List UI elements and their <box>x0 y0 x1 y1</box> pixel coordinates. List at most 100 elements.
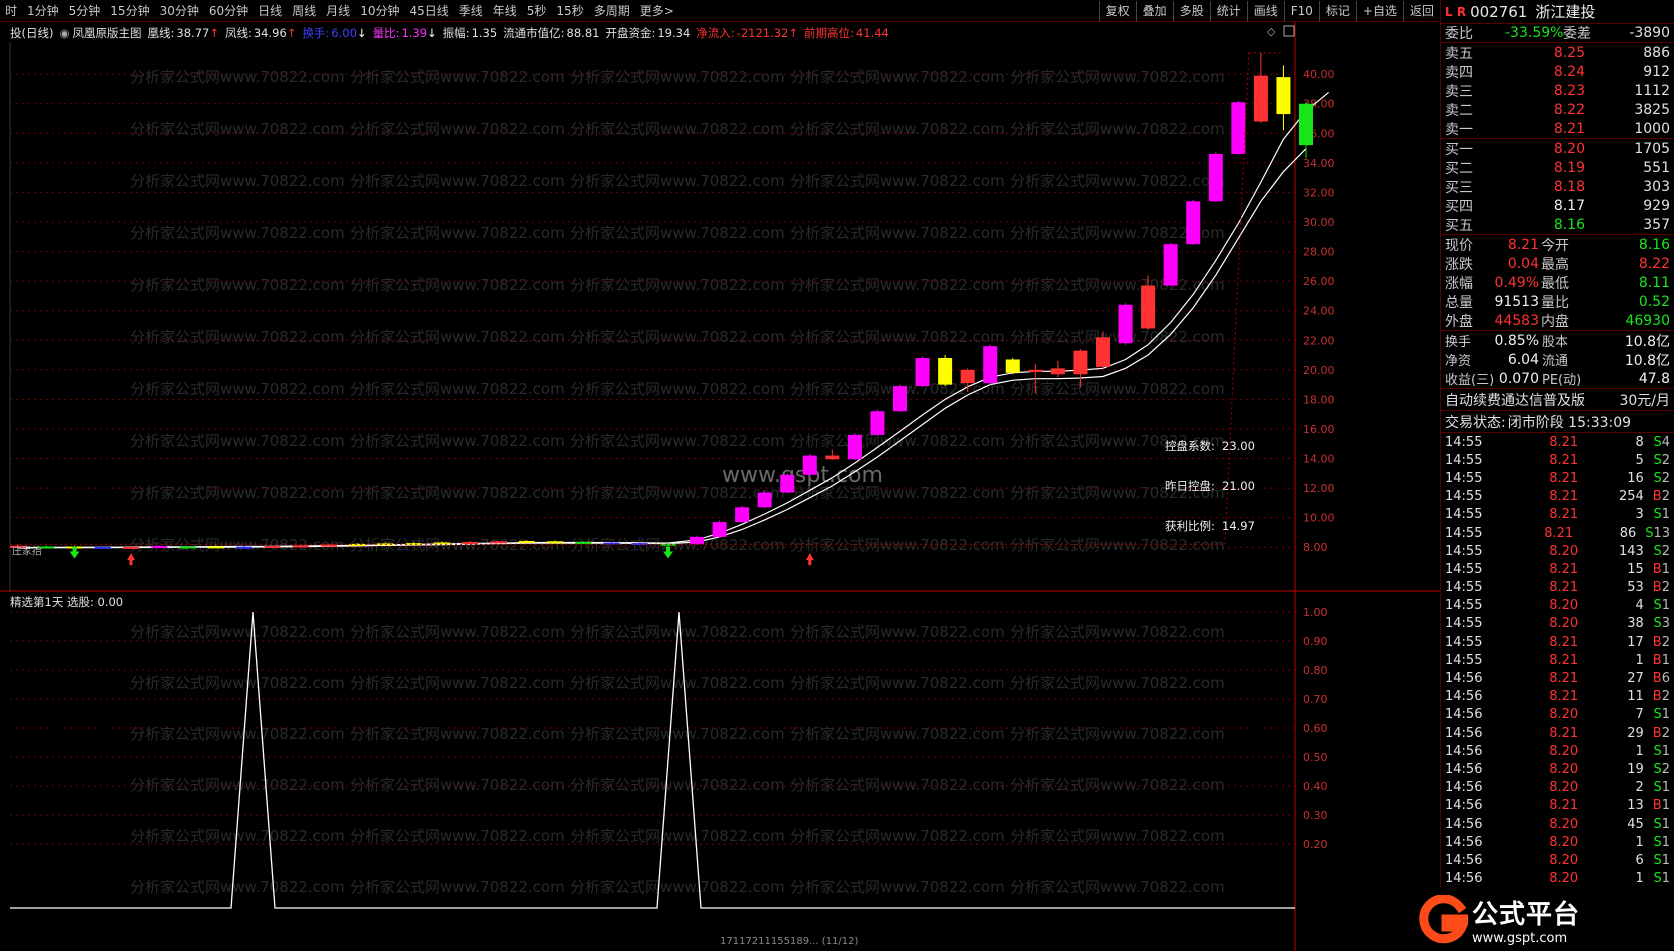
tool-button[interactable]: F10 <box>1283 1 1319 21</box>
candle[interactable] <box>712 520 727 538</box>
tick-volume: 3 <box>1635 507 1644 523</box>
promo-price: 30元/月 <box>1619 392 1670 409</box>
ask-row[interactable]: 卖二 8.22 3825 <box>1441 100 1674 119</box>
candle[interactable] <box>757 491 772 509</box>
ask-volume: 886 <box>1643 44 1670 61</box>
formula-check-icon[interactable]: ◉ <box>59 26 69 40</box>
tick-price: 8.20 <box>1549 816 1579 832</box>
candle[interactable] <box>1050 360 1065 378</box>
diamond-icon[interactable]: ◇ <box>1267 25 1276 38</box>
period-tab[interactable]: 5秒 <box>522 0 552 22</box>
period-tab[interactable]: 1分钟 <box>22 0 64 22</box>
bid-row[interactable]: 买三 8.18 303 <box>1441 177 1674 196</box>
candle[interactable] <box>1163 242 1178 287</box>
ask-row[interactable]: 卖四 8.24 912 <box>1441 62 1674 81</box>
tick-volume: 53 <box>1627 580 1644 596</box>
formula-name[interactable]: 凤凰原版主图 <box>73 25 142 41</box>
tick-volume: 17 <box>1627 634 1644 650</box>
maximize-icon[interactable] <box>1283 25 1295 37</box>
candle[interactable] <box>1276 65 1291 131</box>
tool-button[interactable]: 复权 <box>1098 1 1136 21</box>
tool-button[interactable]: 标记 <box>1318 1 1356 21</box>
candle[interactable] <box>1299 102 1313 159</box>
bid-book: 买一 8.20 1705 买二 8.19 551 买三 8.18 303 买四 8.17 929 买五 8… <box>1441 139 1674 235</box>
period-tab[interactable]: 5分钟 <box>64 0 106 22</box>
candle[interactable] <box>915 356 930 387</box>
tool-button[interactable]: 返回 <box>1402 1 1440 21</box>
period-tab[interactable]: 15秒 <box>551 0 588 22</box>
tick-volume: 6 <box>1635 852 1644 868</box>
candle[interactable] <box>94 546 111 549</box>
stock-code[interactable]: 002761 <box>1470 3 1527 21</box>
watermark-text: 分析家公式网www.70822.com <box>350 120 565 138</box>
candle[interactable] <box>983 344 998 385</box>
candle[interactable] <box>802 454 817 476</box>
candle[interactable] <box>893 384 907 412</box>
period-tab[interactable]: 15分钟 <box>105 0 154 22</box>
ask-row[interactable]: 卖五 8.25 886 <box>1441 43 1674 62</box>
period-tab[interactable]: 多周期 <box>589 0 635 22</box>
stat-value: 47.8 <box>1638 370 1670 387</box>
ask-row[interactable]: 卖三 8.23 1112 <box>1441 81 1674 100</box>
candle[interactable] <box>1208 152 1223 203</box>
period-tab[interactable]: 年线 <box>488 0 522 22</box>
header-metric: 流通市值亿: 88.81 <box>503 26 600 40</box>
y-tick-label: 0.90 <box>1303 635 1328 648</box>
candle[interactable] <box>938 355 953 387</box>
tick-price: 8.20 <box>1549 598 1579 614</box>
bid-row[interactable]: 买五 8.16 357 <box>1441 215 1674 234</box>
period-tab[interactable]: 周线 <box>287 0 321 22</box>
main-kline-chart[interactable]: 40.0038.0036.0034.0032.0030.0028.0026.00… <box>0 22 1440 592</box>
stock-name[interactable]: 浙江建投 <box>1535 1 1595 22</box>
period-tab[interactable]: 30分钟 <box>155 0 204 22</box>
stat-label: 股本 <box>1542 335 1569 350</box>
candle[interactable] <box>780 473 795 494</box>
candle[interactable] <box>1118 303 1133 345</box>
watermark-text: 分析家公式网www.70822.com <box>130 484 345 502</box>
candle[interactable] <box>1005 358 1020 375</box>
candle[interactable] <box>825 449 840 460</box>
watermark-text: 分析家公式网www.70822.com <box>130 172 345 190</box>
candle[interactable] <box>847 433 862 460</box>
indicator-chart[interactable]: 精选第1天 选股: 0.00 1.00 0.90 0.80 0.70 0.60 0.50 0.… <box>0 592 1440 951</box>
candle[interactable] <box>735 505 750 523</box>
stat-label: 今开 <box>1541 237 1569 254</box>
tool-button[interactable]: +自选 <box>1355 1 1403 21</box>
bid-volume: 551 <box>1643 159 1670 176</box>
stat-label: 最高 <box>1541 256 1569 273</box>
period-tab[interactable]: 季线 <box>454 0 488 22</box>
candle[interactable] <box>1253 52 1268 123</box>
watermark-text: 分析家公式网www.70822.com <box>570 827 785 845</box>
watermark-text: 分析家公式网www.70822.com <box>570 328 785 346</box>
y-tick-label: 40.00 <box>1303 68 1335 81</box>
period-tab[interactable]: 时 <box>0 0 22 22</box>
period-tab[interactable]: 月线 <box>321 0 355 22</box>
tick-count: 1 <box>1661 871 1670 887</box>
tool-button[interactable]: 多股 <box>1172 1 1210 21</box>
ask-row[interactable]: 卖一 8.21 1000 <box>1441 119 1674 138</box>
tick-price: 8.21 <box>1544 525 1574 541</box>
bid-row[interactable]: 买四 8.17 929 <box>1441 196 1674 215</box>
period-tab[interactable]: 60分钟 <box>204 0 253 22</box>
candle[interactable] <box>1186 199 1201 245</box>
candle-body <box>1141 285 1156 329</box>
tool-button[interactable]: 统计 <box>1209 1 1247 21</box>
period-tab[interactable]: 更多> <box>635 0 679 22</box>
logo-url: www.gspt.com <box>1472 930 1568 946</box>
tool-button[interactable]: 叠加 <box>1135 1 1173 21</box>
bid-row[interactable]: 买一 8.20 1705 <box>1441 139 1674 158</box>
tick-list[interactable]: 14:55 8.21 8 S 4 14:55 8.21 5 S 2 14:55 8.21 16 S 2 14:… <box>1441 433 1674 942</box>
promo-row[interactable]: 自动续费通达信普及版 30元/月 <box>1441 389 1674 411</box>
period-tab[interactable]: 45日线 <box>404 0 453 22</box>
candle[interactable] <box>1231 100 1246 155</box>
bid-row[interactable]: 买二 8.19 551 <box>1441 158 1674 177</box>
period-tab[interactable]: 10分钟 <box>355 0 404 22</box>
y-tick-label: 12.00 <box>1303 482 1335 495</box>
stat-label: 外盘 <box>1445 313 1473 330</box>
candle[interactable] <box>870 409 885 436</box>
tool-button[interactable]: 画线 <box>1246 1 1284 21</box>
candle[interactable] <box>690 535 704 545</box>
candle-body <box>320 544 337 547</box>
tick-row: 14:56 8.20 1 S 1 <box>1441 742 1674 760</box>
period-tab[interactable]: 日线 <box>253 0 287 22</box>
